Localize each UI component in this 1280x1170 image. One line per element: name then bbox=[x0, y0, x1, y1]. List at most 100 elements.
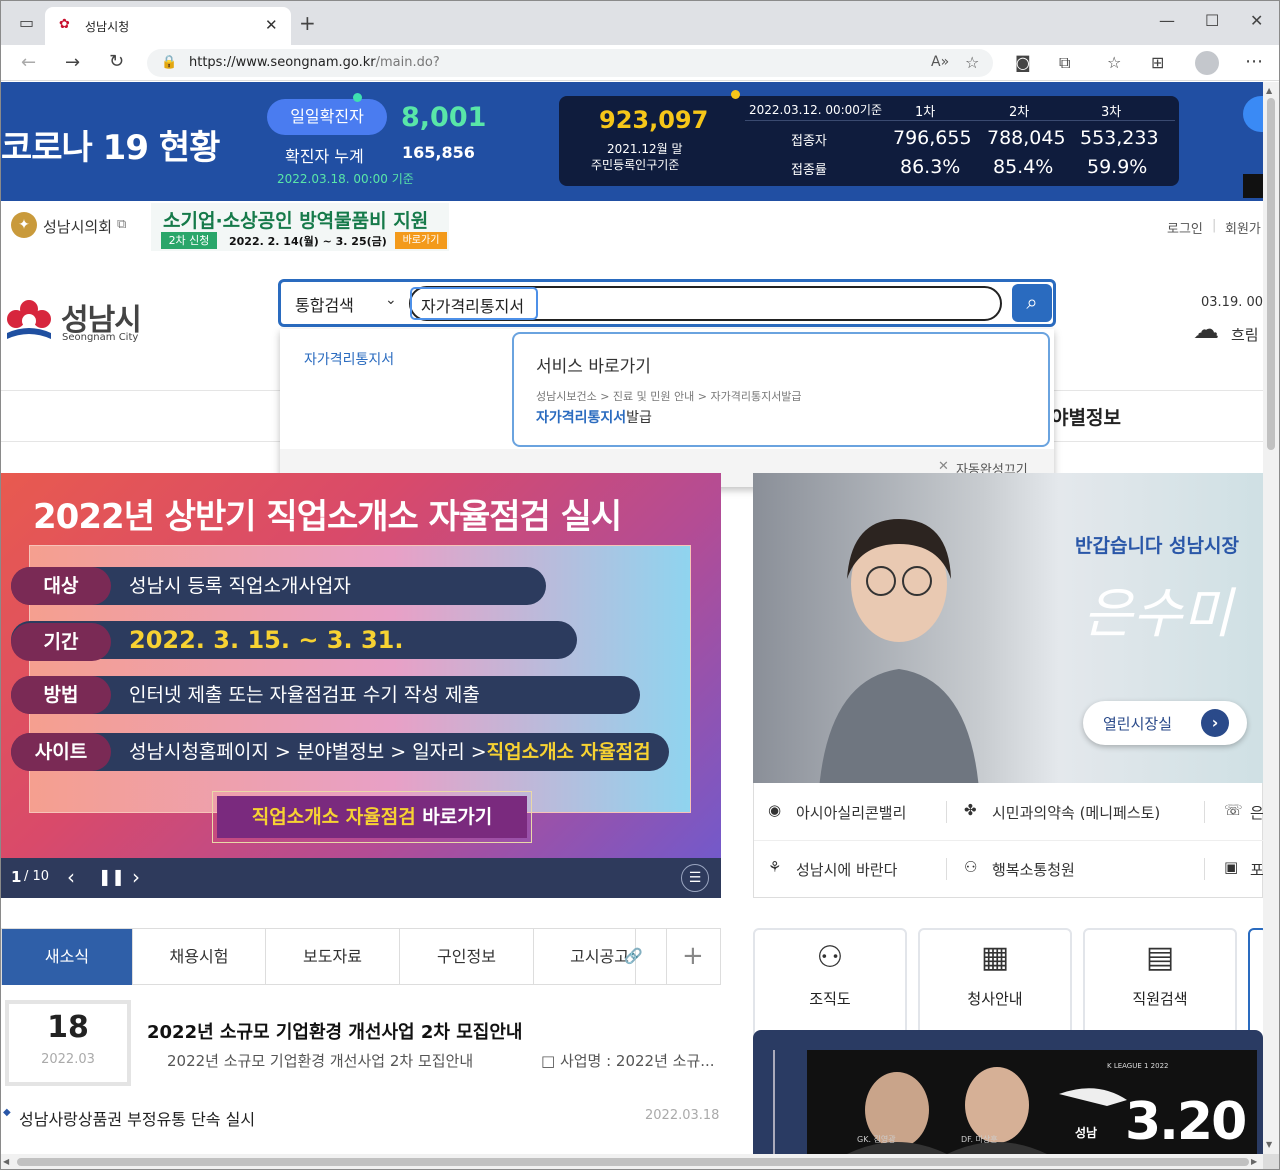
scroll-left-icon[interactable]: ◀ bbox=[3, 1157, 9, 1166]
quick-link-asia-silicon-valley[interactable]: 아시아실리콘밸리 bbox=[796, 802, 906, 823]
next-icon[interactable]: › bbox=[132, 865, 140, 889]
autocomplete-dropdown: 자가격리통지서 서비스 바로가기 성남시보건소 > 진료 및 민원 안내 > 자… bbox=[280, 329, 1054, 487]
vertical-scrollbar[interactable]: ▲ ▼ bbox=[1263, 82, 1279, 1154]
k-league-image: GK. 김영광 DF. 마상훈 K LEAGUE 1 2022 성남 3.20 bbox=[807, 1050, 1257, 1154]
quick-link-manifesto[interactable]: 시민과의약속 (메니페스토) bbox=[992, 802, 1160, 823]
phone-icon: ☏ bbox=[1224, 801, 1243, 819]
quick-links: ◉ 아시아실리콘밸리 ✤ 시민과의약속 (메니페스토) ☏ 은 ⚘ 성남시에 바… bbox=[753, 783, 1263, 898]
player-1: GK. 김영광 bbox=[857, 1135, 896, 1144]
screenshot-icon[interactable]: ◙ bbox=[1015, 55, 1031, 71]
login-link[interactable]: 로그인 bbox=[1167, 218, 1203, 237]
tab-notices[interactable]: 고시공고 bbox=[534, 929, 636, 985]
scroll-thumb[interactable] bbox=[1267, 98, 1275, 450]
quick-link-petition[interactable]: 행복소통청원 bbox=[992, 859, 1075, 880]
window-close-icon[interactable]: ✕ bbox=[1250, 13, 1263, 29]
news-summary-2: □ 사업명 : 2022년 소규... bbox=[541, 1052, 715, 1070]
search-input[interactable]: 자가격리통지서 bbox=[409, 286, 1002, 321]
banner-row-target: 대상 성남시 등록 직업소개사업자 bbox=[11, 567, 546, 605]
covid-status-bar: 코로나 19 현황 일일확진자 8,001 확진자 누계 165,856 202… bbox=[1, 82, 1263, 201]
quick-link-suggestions[interactable]: 성남시에 바란다 bbox=[796, 859, 897, 880]
player-2: DF. 마상훈 bbox=[961, 1135, 998, 1144]
sidebar-icon[interactable]: ▭ bbox=[19, 15, 34, 31]
scroll-right-icon[interactable]: ▶ bbox=[1251, 1157, 1257, 1166]
list-view-icon[interactable]: ☰ bbox=[681, 864, 709, 892]
tab-recruit-exam[interactable]: 채용시험 bbox=[133, 929, 266, 985]
council-link[interactable]: 성남시의회 bbox=[43, 216, 112, 237]
people-icon: ⚇ bbox=[964, 858, 978, 876]
read-aloud-icon[interactable]: A» bbox=[931, 54, 949, 70]
collections-icon[interactable]: ⊞ bbox=[1151, 55, 1164, 71]
maximize-icon[interactable]: ☐ bbox=[1205, 13, 1219, 29]
scroll-down-icon[interactable]: ▼ bbox=[1266, 1140, 1272, 1149]
open-mayor-office-button[interactable]: 열린시장실 › bbox=[1083, 701, 1247, 745]
close-icon[interactable]: ✕ bbox=[938, 459, 949, 474]
favorite-add-icon[interactable]: ☆ bbox=[965, 53, 979, 72]
prev-icon[interactable]: ‹ bbox=[67, 865, 75, 889]
horizontal-scrollbar[interactable]: ◀ ▶ bbox=[1, 1154, 1263, 1169]
page-viewport: 코로나 19 현황 일일확진자 8,001 확진자 누계 165,856 202… bbox=[1, 82, 1263, 1154]
lock-icon: 🔒 bbox=[161, 55, 178, 70]
divider bbox=[745, 120, 1175, 121]
shortcut-partial[interactable] bbox=[1248, 928, 1263, 1041]
k-league-banner[interactable]: GK. 김영광 DF. 마상훈 K LEAGUE 1 2022 성남 3.20 bbox=[753, 1030, 1263, 1154]
search-scope-select[interactable]: 통합검색 bbox=[295, 292, 354, 316]
page-current: 1 bbox=[11, 868, 22, 886]
signup-link[interactable]: 회원가 bbox=[1225, 218, 1261, 237]
cumulative-value: 165,856 bbox=[402, 143, 475, 162]
browser-tab[interactable]: ✿ 성남시청 ✕ bbox=[45, 7, 291, 45]
nav-item-field-info[interactable]: 야별정보 bbox=[1051, 403, 1121, 430]
news-item[interactable]: 성남사랑상품권 부정유통 단속 실시 bbox=[19, 1106, 255, 1130]
pause-icon[interactable]: ❚❚ bbox=[98, 867, 125, 886]
cloud-icon: ☁ bbox=[1193, 315, 1219, 345]
back-icon[interactable]: ← bbox=[21, 54, 36, 72]
floating-button[interactable] bbox=[1243, 96, 1263, 132]
status-dot bbox=[731, 90, 740, 99]
banner-cta-button[interactable]: 직업소개소 자율점검 바로가기 bbox=[217, 796, 527, 838]
more-plus-icon[interactable]: + bbox=[682, 941, 704, 971]
promo-go-button[interactable]: 바로가기 bbox=[395, 232, 447, 249]
scroll-up-icon[interactable]: ▲ bbox=[1266, 86, 1272, 95]
news-headline[interactable]: 2022년 소규모 기업환경 개선사업 2차 모집안내 bbox=[147, 1018, 522, 1044]
side-toggle[interactable] bbox=[1243, 174, 1263, 198]
news-month: 2022.03 bbox=[41, 1052, 95, 1067]
promo-banner[interactable]: 소기업·소상공인 방역물품비 지원 2차 신청 2022. 2. 14(월) ~… bbox=[151, 203, 449, 251]
close-icon[interactable]: ✕ bbox=[265, 16, 278, 34]
shortcut-staff-search[interactable]: ▤ 직원검색 bbox=[1083, 928, 1237, 1041]
scroll-thumb[interactable] bbox=[17, 1158, 1249, 1166]
population-note1: 2021.12월 말 bbox=[607, 142, 683, 156]
search-button[interactable]: ⌕ bbox=[1012, 284, 1052, 322]
population-note2: 주민등록인구기준 bbox=[591, 158, 680, 172]
tab-title: 성남시청 bbox=[85, 20, 130, 34]
quick-link-partial-2[interactable]: 포 bbox=[1250, 859, 1263, 880]
shortcut-label: 청사안내 bbox=[967, 990, 1023, 1008]
org-chart-icon: ⚇ bbox=[816, 940, 844, 975]
main-banner-slider[interactable]: 2022년 상반기 직업소개소 자율점검 실시 대상 성남시 등록 직업소개사업자… bbox=[1, 473, 721, 898]
row2-label: 접종률 bbox=[791, 163, 827, 178]
status-dot bbox=[353, 93, 362, 102]
refresh-icon[interactable]: ↻ bbox=[109, 53, 124, 71]
forward-icon[interactable]: → bbox=[65, 54, 80, 72]
autocomplete-suggestion[interactable]: 자가격리통지서 bbox=[304, 349, 394, 369]
council-emblem-icon: ✦ bbox=[11, 212, 37, 238]
row-value: 인터넷 제출 또는 자율점검표 수기 작성 제출 bbox=[129, 684, 480, 706]
shortcut-building-guide[interactable]: ▦ 청사안내 bbox=[918, 928, 1072, 1041]
mayor-panel[interactable]: 반갑습니다 성남시장 은수미 열린시장실 › bbox=[753, 473, 1263, 783]
row1-dose2: 788,045 bbox=[987, 127, 1066, 149]
new-tab-icon[interactable]: + bbox=[299, 13, 316, 33]
profile-icon[interactable] bbox=[1195, 51, 1219, 75]
chevron-down-icon[interactable]: ⌄ bbox=[385, 292, 397, 308]
tab-news[interactable]: 새소식 bbox=[2, 929, 133, 985]
city-logo-icon[interactable] bbox=[3, 293, 55, 345]
minimize-icon[interactable]: — bbox=[1159, 13, 1175, 29]
external-link-icon: ⧉ bbox=[117, 217, 127, 232]
shortcut-org-chart[interactable]: ⚇ 조직도 bbox=[753, 928, 907, 1041]
service-link[interactable]: 자가격리통지서발급 bbox=[536, 407, 652, 427]
tab-press[interactable]: 보도자료 bbox=[266, 929, 400, 985]
tab-jobs[interactable]: 구인정보 bbox=[400, 929, 534, 985]
quick-link-partial[interactable]: 은 bbox=[1250, 802, 1263, 823]
url-field[interactable]: 🔒 https://www.seongnam.go.kr/main.do? A»… bbox=[147, 49, 993, 77]
more-icon[interactable]: ⋯ bbox=[1245, 53, 1263, 71]
favorites-icon[interactable]: ☆ bbox=[1107, 55, 1121, 71]
extensions-icon[interactable]: ⧉ bbox=[1059, 55, 1070, 71]
bullet-icon: ◆ bbox=[3, 1107, 11, 1118]
